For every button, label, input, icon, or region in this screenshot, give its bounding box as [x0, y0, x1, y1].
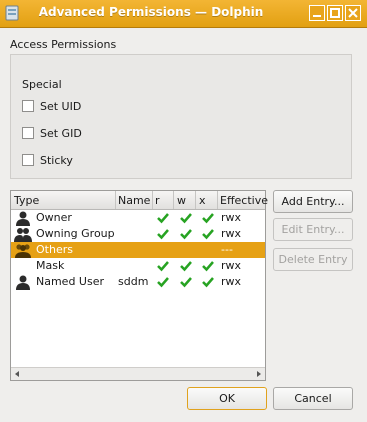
set-gid-checkbox[interactable]: Set GID [22, 125, 82, 141]
type-cell: Others [36, 243, 73, 256]
column-header-effective[interactable]: Effective [220, 194, 268, 207]
check-icon [202, 261, 214, 272]
check-icon [180, 277, 192, 288]
effective-cell: rwx [221, 227, 242, 240]
minimize-icon [313, 15, 321, 17]
minimize-button[interactable] [309, 5, 325, 21]
sticky-checkbox[interactable]: Sticky [22, 152, 73, 168]
effective-cell: rwx [221, 259, 242, 272]
add-entry-button[interactable]: Add Entry... [273, 190, 353, 213]
cancel-button[interactable]: Cancel [273, 387, 353, 410]
checkbox-box[interactable] [22, 154, 34, 166]
check-icon [157, 277, 169, 288]
type-cell: Owner [36, 211, 72, 224]
column-header-type[interactable]: Type [14, 194, 39, 207]
ok-button[interactable]: OK [187, 387, 267, 410]
check-icon [157, 261, 169, 272]
check-icon [157, 213, 169, 224]
table-row[interactable]: Others --- [11, 242, 265, 258]
delete-entry-button[interactable]: Delete Entry [273, 248, 353, 271]
single-user-icon [16, 211, 30, 226]
effective-cell: --- [221, 243, 233, 256]
close-icon [348, 8, 358, 18]
scroll-left-icon[interactable] [13, 370, 21, 378]
check-icon [157, 229, 169, 240]
set-uid-label: Set UID [40, 99, 82, 113]
sticky-label: Sticky [40, 153, 73, 167]
column-header-name[interactable]: Name [118, 194, 150, 207]
table-row[interactable]: Named User sddm rwx [11, 274, 265, 290]
type-cell: Mask [36, 259, 65, 272]
check-icon [202, 229, 214, 240]
effective-cell: rwx [221, 211, 242, 224]
close-button[interactable] [345, 5, 361, 21]
table-row[interactable]: Owner rwx [11, 210, 265, 226]
special-label: Special [22, 78, 62, 91]
group-icon [14, 228, 32, 242]
check-icon [202, 277, 214, 288]
check-icon [180, 261, 192, 272]
name-cell: sddm [118, 275, 149, 288]
column-header-x[interactable]: x [199, 194, 206, 207]
table-header: Type Name r w x Effective [11, 191, 268, 210]
check-icon [180, 229, 192, 240]
type-cell: Named User [36, 275, 105, 288]
horizontal-scrollbar[interactable] [11, 367, 265, 380]
edit-entry-button[interactable]: Edit Entry... [273, 218, 353, 241]
single-user-icon [16, 275, 30, 290]
table-row[interactable]: Owning Group rwx [11, 226, 265, 242]
column-header-w[interactable]: w [177, 194, 186, 207]
scroll-right-icon[interactable] [255, 370, 263, 378]
checkbox-box[interactable] [22, 127, 34, 139]
check-icon [180, 213, 192, 224]
window-title: Advanced Permissions — Dolphin [38, 5, 264, 19]
type-cell: Owning Group [36, 227, 115, 240]
others-icon [15, 244, 31, 258]
maximize-button[interactable] [327, 5, 343, 21]
acl-table[interactable]: Type Name r w x Effective Owner rwx Owni… [10, 190, 268, 381]
mask-icon [14, 258, 32, 274]
title-bar[interactable]: Advanced Permissions — Dolphin [0, 0, 367, 28]
effective-cell: rwx [221, 275, 242, 288]
maximize-icon [330, 8, 340, 18]
set-uid-checkbox[interactable]: Set UID [22, 98, 81, 114]
column-header-r[interactable]: r [155, 194, 160, 207]
table-row[interactable]: Mask rwx [11, 258, 265, 274]
checkbox-box[interactable] [22, 100, 34, 112]
check-icon [202, 213, 214, 224]
set-gid-label: Set GID [40, 126, 82, 140]
access-permissions-title: Access Permissions [10, 38, 117, 51]
